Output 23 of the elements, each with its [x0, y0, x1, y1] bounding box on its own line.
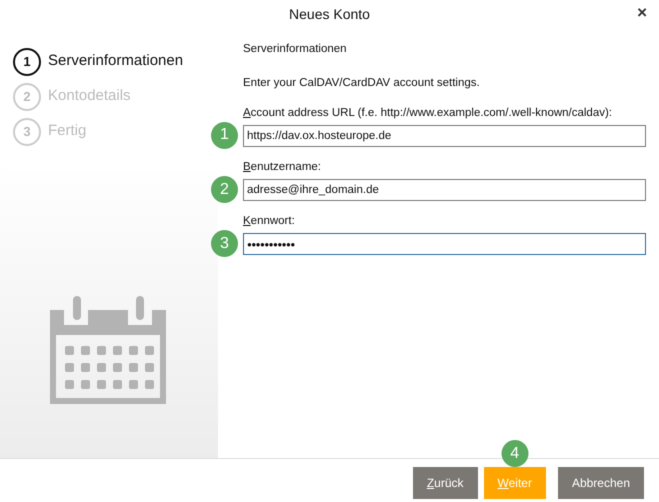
- close-button[interactable]: ×: [637, 3, 647, 23]
- step-number: 3: [13, 118, 41, 146]
- step-label: Kontodetails: [48, 86, 131, 106]
- step-label: Fertig: [48, 121, 86, 142]
- dialog-button[interactable]: Abbrechen: [558, 467, 644, 499]
- input-field[interactable]: ●●●●●●●●●●●: [243, 233, 646, 256]
- instruction-text: Enter your CalDAV/CardDAV account settings.: [243, 76, 481, 92]
- field-label: Account address URL (f.e. http://www.example.com/.well-known/caldav):: [243, 106, 614, 120]
- input-field[interactable]: adresse@ihre_domain.de: [243, 179, 646, 201]
- step-marker: 4: [501, 440, 528, 467]
- step-number: 2: [13, 82, 41, 110]
- step-marker: 2: [211, 176, 238, 203]
- step-label: Serverinformationen: [48, 51, 184, 72]
- field-label: Kennwort:: [243, 214, 296, 229]
- dialog-button[interactable]: Zurück: [412, 467, 478, 499]
- input-field[interactable]: https://dav.ox.hosteurope.de: [243, 124, 646, 147]
- step-marker: 3: [211, 230, 238, 258]
- window-title: Neues Konto: [289, 5, 370, 24]
- step-marker: 1: [211, 122, 238, 149]
- field-label: Benutzername:: [243, 160, 322, 175]
- calendar-icon: [48, 294, 168, 406]
- section-heading: Serverinformationen: [243, 42, 348, 57]
- step-number: 1: [13, 48, 41, 76]
